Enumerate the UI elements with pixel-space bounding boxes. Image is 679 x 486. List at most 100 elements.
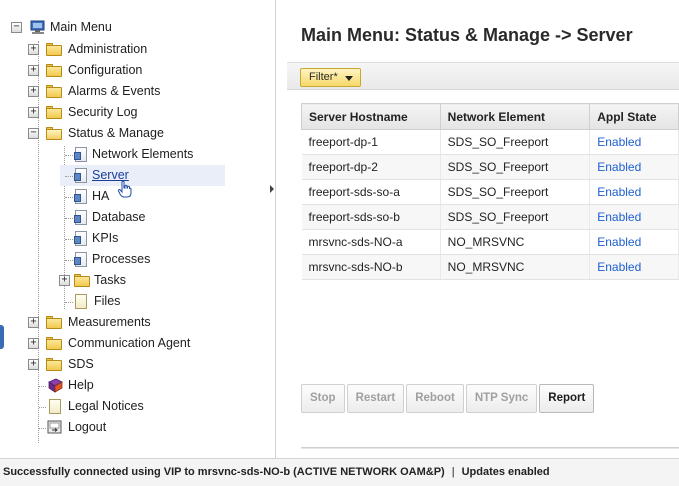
help-book-icon bbox=[47, 378, 63, 393]
tree-root[interactable]: − Main Menu bbox=[0, 17, 276, 39]
tree-item-measurements[interactable]: + Measurements bbox=[0, 312, 276, 333]
filter-label: Filter* bbox=[309, 71, 338, 83]
report-button[interactable]: Report bbox=[539, 384, 595, 413]
tree-item-label: Logout bbox=[68, 420, 107, 434]
tree-item-label: Processes bbox=[92, 252, 151, 266]
collapse-icon[interactable]: − bbox=[28, 128, 39, 139]
tree-item-label: Configuration bbox=[68, 63, 143, 77]
tree-item-security-log[interactable]: + Security Log bbox=[0, 102, 276, 123]
expand-icon[interactable]: + bbox=[28, 317, 39, 328]
navigation-tree: − Main Menu + Administration + Configura… bbox=[0, 0, 276, 458]
tree-item-label: Network Elements bbox=[92, 147, 194, 161]
tree-item-label: Security Log bbox=[68, 105, 138, 119]
tree-item-server[interactable]: Server bbox=[60, 165, 225, 186]
restart-button[interactable]: Restart bbox=[346, 384, 405, 413]
logout-icon bbox=[47, 420, 63, 435]
table-row[interactable]: freeport-dp-1 SDS_SO_Freeport Enabled bbox=[301, 129, 679, 155]
tree-item-logout[interactable]: Logout bbox=[0, 417, 276, 438]
file-icon bbox=[74, 294, 88, 309]
tree-guide bbox=[65, 176, 73, 177]
status-separator: | bbox=[451, 466, 455, 478]
tree-item-label: Status & Manage bbox=[68, 126, 164, 140]
tree-guide bbox=[65, 260, 73, 261]
cell-network-element: SDS_SO_Freeport bbox=[440, 179, 591, 205]
tree-guide bbox=[65, 197, 73, 198]
cell-network-element: SDS_SO_Freeport bbox=[440, 204, 591, 230]
cell-appl-state: Enabled bbox=[589, 179, 679, 205]
tree-item-label: Files bbox=[94, 294, 121, 308]
tree-item-files[interactable]: Files bbox=[0, 291, 276, 312]
cell-hostname: freeport-dp-2 bbox=[301, 154, 441, 180]
tree-item-label: HA bbox=[92, 189, 110, 203]
main-menu-icon bbox=[30, 20, 46, 34]
table-row[interactable]: mrsvnc-sds-NO-a NO_MRSVNC Enabled bbox=[301, 229, 679, 255]
tree-item-label: Alarms & Events bbox=[68, 84, 161, 98]
stop-button[interactable]: Stop bbox=[301, 384, 345, 413]
tree-guide bbox=[65, 302, 73, 303]
expand-icon[interactable]: + bbox=[28, 107, 39, 118]
collapse-icon[interactable]: − bbox=[11, 22, 22, 33]
column-header-server-hostname[interactable]: Server Hostname bbox=[301, 103, 441, 130]
document-icon bbox=[48, 399, 62, 414]
tree-item-network-elements[interactable]: Network Elements bbox=[0, 144, 276, 165]
tree-item-label: Help bbox=[68, 378, 94, 392]
page-icon bbox=[74, 189, 88, 204]
cell-hostname: mrsvnc-sds-NO-b bbox=[301, 254, 441, 280]
tree-item-status-manage[interactable]: − Status & Manage bbox=[0, 123, 276, 144]
tree-item-legal-notices[interactable]: Legal Notices bbox=[0, 396, 276, 417]
tree-guide bbox=[65, 155, 73, 156]
panel-splitter[interactable] bbox=[265, 0, 276, 458]
main-content: Main Menu: Status & Manage -> Server Fil… bbox=[287, 0, 679, 458]
tree-item-alarms-events[interactable]: + Alarms & Events bbox=[0, 81, 276, 102]
tree-item-tasks[interactable]: + Tasks bbox=[0, 270, 276, 291]
expand-icon[interactable]: + bbox=[28, 86, 39, 97]
expand-icon[interactable]: + bbox=[28, 338, 39, 349]
tree-item-label: Legal Notices bbox=[68, 399, 144, 413]
cell-network-element: SDS_SO_Freeport bbox=[440, 154, 591, 180]
expand-icon[interactable]: + bbox=[59, 275, 70, 286]
tree-item-processes[interactable]: Processes bbox=[0, 249, 276, 270]
tree-item-help[interactable]: Help bbox=[0, 375, 276, 396]
page-icon bbox=[74, 168, 88, 183]
connection-status: Successfully connected using VIP to mrsv… bbox=[3, 466, 445, 478]
reboot-button[interactable]: Reboot bbox=[406, 384, 464, 413]
tree-item-administration[interactable]: + Administration bbox=[0, 39, 276, 60]
table-row[interactable]: freeport-sds-so-b SDS_SO_Freeport Enable… bbox=[301, 204, 679, 230]
table-header-row: Server Hostname Network Element Appl Sta… bbox=[301, 103, 679, 130]
ntp-sync-button[interactable]: NTP Sync bbox=[465, 384, 538, 413]
folder-icon bbox=[46, 64, 62, 77]
tree-item-configuration[interactable]: + Configuration bbox=[0, 60, 276, 81]
tree-item-sds[interactable]: + SDS bbox=[0, 354, 276, 375]
tree-item-ha[interactable]: HA bbox=[0, 186, 276, 207]
tree-guide bbox=[39, 428, 46, 429]
column-header-network-element[interactable]: Network Element bbox=[439, 103, 591, 130]
cell-network-element: NO_MRSVNC bbox=[440, 229, 591, 255]
status-bar: Successfully connected using VIP to mrsv… bbox=[0, 458, 679, 486]
page-icon bbox=[74, 210, 88, 225]
open-folder-icon bbox=[46, 127, 62, 140]
collapse-arrow-icon[interactable] bbox=[270, 185, 274, 193]
cell-appl-state: Enabled bbox=[589, 154, 679, 180]
expand-icon[interactable]: + bbox=[28, 359, 39, 370]
folder-icon bbox=[46, 316, 62, 329]
tree-item-database[interactable]: Database bbox=[0, 207, 276, 228]
table-row[interactable]: mrsvnc-sds-NO-b NO_MRSVNC Enabled bbox=[301, 254, 679, 280]
tree-item-label: SDS bbox=[68, 357, 94, 371]
page-icon bbox=[74, 231, 88, 246]
tree-item-communication-agent[interactable]: + Communication Agent bbox=[0, 333, 276, 354]
column-header-appl-state[interactable]: Appl State bbox=[589, 103, 679, 130]
cell-appl-state: Enabled bbox=[589, 204, 679, 230]
expand-icon[interactable]: + bbox=[28, 44, 39, 55]
table-row[interactable]: freeport-dp-2 SDS_SO_Freeport Enabled bbox=[301, 154, 679, 180]
expand-icon[interactable]: + bbox=[28, 65, 39, 76]
tree-item-label: Tasks bbox=[94, 273, 126, 287]
cell-hostname: freeport-sds-so-a bbox=[301, 179, 441, 205]
cell-hostname: freeport-sds-so-b bbox=[301, 204, 441, 230]
tree-item-kpis[interactable]: KPIs bbox=[0, 228, 276, 249]
hand-cursor-icon bbox=[117, 180, 132, 198]
action-button-bar: Stop Restart Reboot NTP Sync Report bbox=[301, 384, 596, 414]
table-row[interactable]: freeport-sds-so-a SDS_SO_Freeport Enable… bbox=[301, 179, 679, 205]
filter-button[interactable]: Filter* bbox=[300, 68, 361, 87]
cell-appl-state: Enabled bbox=[589, 254, 679, 280]
folder-icon bbox=[46, 43, 62, 56]
